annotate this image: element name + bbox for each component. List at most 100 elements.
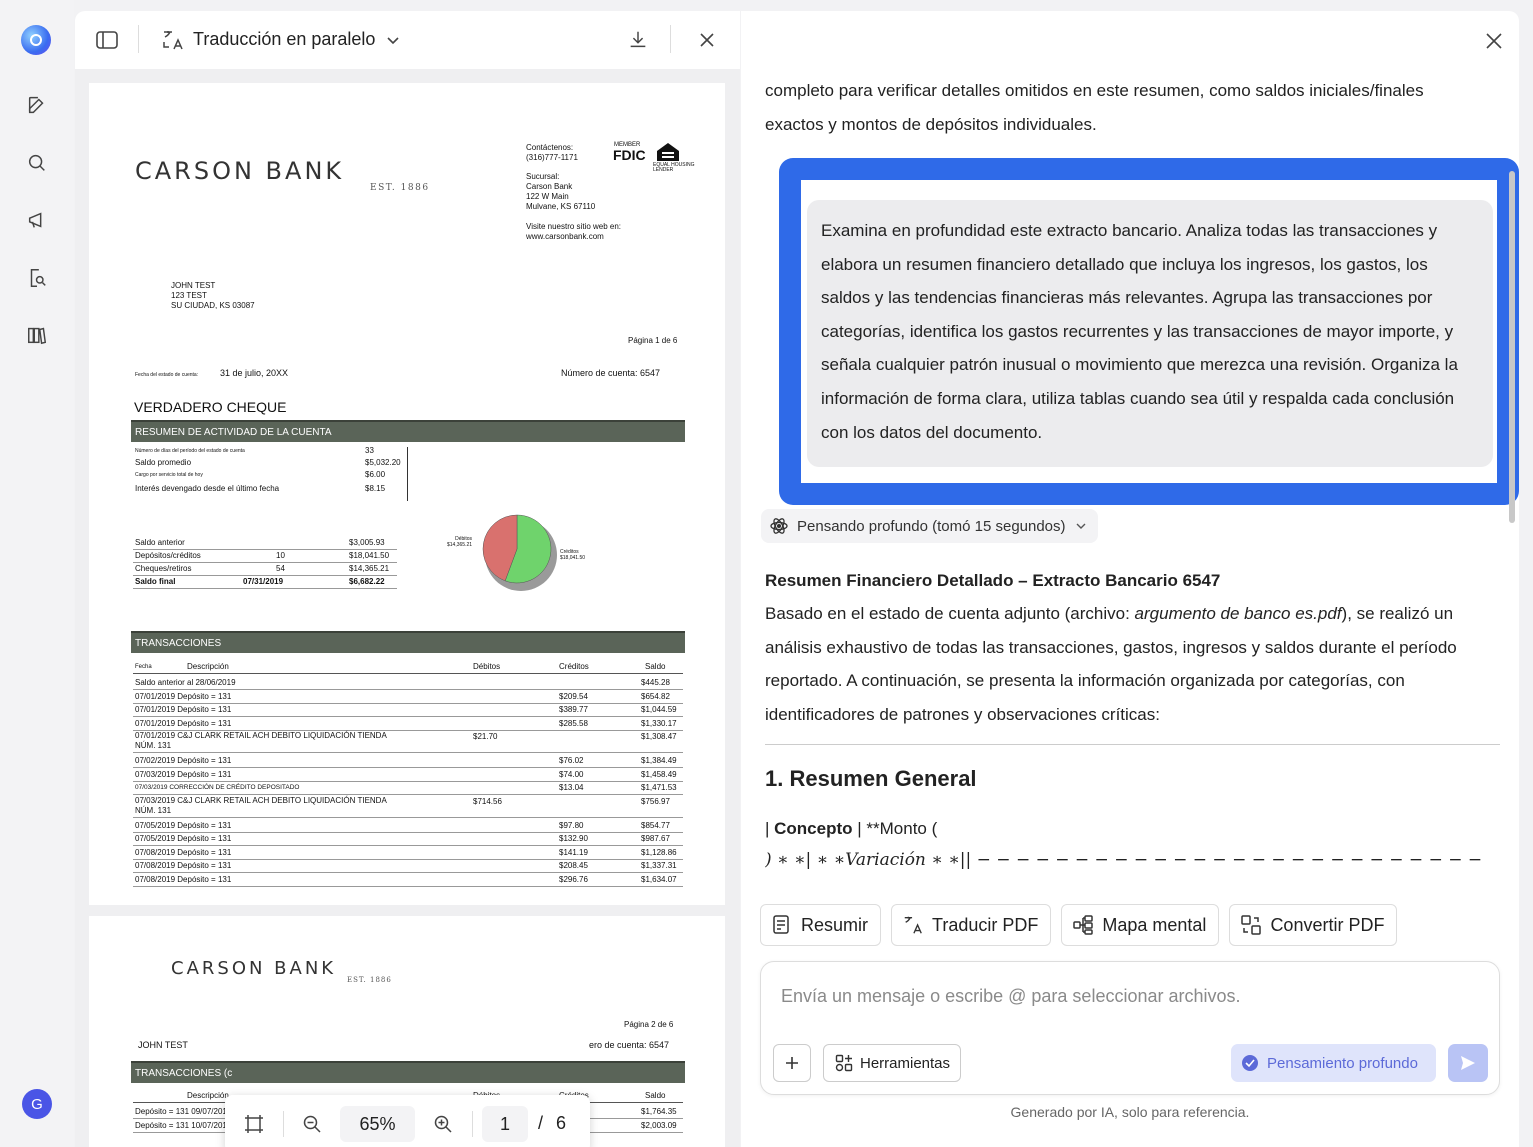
account-number-p2: ero de cuenta: 6547 <box>589 1040 670 1050</box>
transaction-row: 07/01/2019 C&J CLARK RETAIL ACH DEBITO L… <box>133 731 683 753</box>
response-table-row: | Concepto | **Monto ( <box>765 819 938 838</box>
mind-map-icon <box>1073 915 1094 935</box>
transaction-row: 07/01/2019 Depósito = 131 $209.54 $654.82 <box>133 691 683 704</box>
sidebar-toggle-icon[interactable] <box>95 29 119 56</box>
app-logo-icon[interactable] <box>21 25 51 55</box>
transaction-row: Saldo anterior al 28/06/2019 $445.28 <box>133 677 683 690</box>
pie-label-debits: Débitos $14,365.21 <box>447 536 473 548</box>
bank-logo-text-p2: CARSON BANK <box>171 958 337 979</box>
page-label-p2: Página 2 de 6 <box>624 1020 674 1029</box>
transactions-section-header-p2: TRANSACCIONES (c <box>131 1061 685 1083</box>
customer-address: JOHN TEST 123 TEST SU CIUDAD, KS 03087 <box>171 281 255 310</box>
page-label: Página 1 de 6 <box>628 336 678 345</box>
translate-icon <box>161 28 185 57</box>
document-search-icon[interactable] <box>22 263 52 293</box>
pie-chart <box>481 513 561 598</box>
search-icon[interactable] <box>22 148 52 178</box>
transaction-row: 07/05/2019 Depósito = 131 $132.90 $987.67 <box>133 833 683 846</box>
section-divider <box>765 744 1500 745</box>
transaction-row: 07/01/2019 Depósito = 131 $389.77 $1,044.5… <box>133 704 683 717</box>
account-number: Número de cuenta: 6547 <box>561 368 661 378</box>
user-prompt-bubble: Examina en profundidad este extracto ban… <box>807 200 1493 467</box>
balance-row: Cheques/retiros 54 $14,365.21 <box>133 563 397 576</box>
tools-button[interactable]: Herramientas <box>823 1044 962 1082</box>
summary-divider <box>407 447 408 501</box>
transaction-row: 07/08/2019 Depósito = 131 $208.45 $1,337.3… <box>133 860 683 873</box>
send-icon <box>1461 1056 1475 1070</box>
equal-housing-text: EQUAL HOUSING LENDER <box>653 162 695 173</box>
add-attachment-button[interactable] <box>773 1044 811 1082</box>
zoom-out-icon[interactable] <box>302 1114 322 1139</box>
zoom-divider <box>472 1111 473 1137</box>
summary-row: Interés devengado desde el último fecha $… <box>135 484 386 493</box>
new-chat-icon[interactable] <box>22 90 52 120</box>
transactions-section-header: TRANSACCIONES <box>131 631 685 653</box>
message-composer[interactable]: Envía un mensaje o escribe @ para selecc… <box>760 961 1500 1095</box>
thinking-status[interactable]: Pensando profundo (tomó 15 segundos) <box>761 509 1098 543</box>
library-icon[interactable] <box>22 320 52 350</box>
toolbar-divider <box>670 25 671 53</box>
translate-icon <box>904 916 922 934</box>
deep-thinking-toggle[interactable]: Pensamiento profundo <box>1231 1044 1436 1082</box>
pdf-toolbar: Traducción en paralelo <box>75 11 740 69</box>
zoom-in-icon[interactable] <box>433 1114 453 1139</box>
account-type-title: VERDADERO CHEQUE <box>134 399 287 415</box>
send-button[interactable] <box>1448 1044 1488 1082</box>
megaphone-icon[interactable] <box>22 205 52 235</box>
statement-date-label: Fecha del estado de cuenta: <box>135 372 199 378</box>
plus-icon <box>786 1057 798 1069</box>
zoom-level[interactable]: 65% <box>340 1106 415 1142</box>
balance-row: Saldo anterior $3,005.93 <box>133 537 397 550</box>
prior-response-line: exactos y montos de depósitos individual… <box>765 115 1097 134</box>
summarize-icon <box>773 915 789 934</box>
zoom-divider <box>283 1111 284 1137</box>
fade-overlay <box>741 875 1519 901</box>
user-avatar[interactable]: G <box>22 1089 52 1119</box>
bank-est: EST. 1886 <box>370 183 430 193</box>
page-separator: / <box>538 1113 544 1133</box>
transaction-row: 07/03/2019 CORRECCIÓN DE CRÉDITO DEPOSIT… <box>133 782 683 795</box>
transaction-row: 07/05/2019 Depósito = 131 $97.80 $854.77 <box>133 820 683 833</box>
contact-info: Contáctenos: (316)777-1171 <box>526 143 578 162</box>
branch-info: Sucursal: Carson Bank 122 W Main Mulvane… <box>526 172 596 211</box>
transaction-row: 07/08/2019 Depósito = 131 $296.76 $1,634.0… <box>133 874 683 887</box>
message-input[interactable]: Envía un mensaje o escribe @ para selecc… <box>781 986 1241 1007</box>
pdf-viewer[interactable]: CARSON BANK EST. 1886 Contáctenos: (316)… <box>75 69 740 1147</box>
page-number-input[interactable]: 1 <box>482 1106 528 1142</box>
transactions-header-row: Fecha Descripción Débitos Créditos Saldo <box>133 661 683 674</box>
chat-scrollbar[interactable] <box>1509 171 1515 523</box>
close-icon[interactable] <box>698 31 716 54</box>
pdf-panel: Traducción en paralelo CARSON BANK EST. … <box>75 11 740 1147</box>
transaction-row: 07/01/2019 Depósito = 131 $285.58 $1,330.1… <box>133 718 683 731</box>
toolbar-divider <box>138 25 139 53</box>
transaction-row: 07/08/2019 Depósito = 131 $141.19 $1,128.8… <box>133 847 683 860</box>
convert-pdf-button[interactable]: Convertir PDF <box>1229 904 1398 946</box>
response-heading: 1. Resumen General <box>765 766 977 791</box>
download-icon[interactable] <box>627 29 649 56</box>
fdic-logo: FDIC <box>613 147 646 163</box>
customer-name-p2: JOHN TEST <box>138 1040 188 1050</box>
transaction-row: 07/02/2019 Depósito = 131 $76.02 $1,384.49 <box>133 755 683 768</box>
close-icon[interactable] <box>1485 32 1503 55</box>
response-math-row: ) ∗ ∗| ∗ ∗Variación ∗ ∗|| − − − − − − − … <box>765 850 1483 870</box>
transaction-row: 07/03/2019 Depósito = 131 $74.00 $1,458.49 <box>133 769 683 782</box>
chevron-down-icon <box>1076 523 1086 530</box>
tools-icon <box>835 1054 853 1072</box>
translate-pdf-button[interactable]: Traducir PDF <box>891 904 1052 946</box>
highlight-frame: Examina en profundidad este extracto ban… <box>779 158 1519 505</box>
chevron-down-icon[interactable] <box>386 33 400 51</box>
summarize-button[interactable]: Resumir <box>760 904 882 946</box>
convert-icon <box>1241 915 1262 935</box>
balance-row: Depósitos/créditos 10 $18,041.50 <box>133 550 397 563</box>
prior-response-line: completo para verificar detalles omitido… <box>765 81 1424 100</box>
translate-mode-title[interactable]: Traducción en paralelo <box>193 29 375 50</box>
pie-label-credits: Créditos $18,041.50 <box>560 549 586 561</box>
ai-disclaimer: Generado por IA, solo para referencia. <box>1010 1104 1250 1120</box>
website-info: Visite nuestro sitio web en: www.carsonb… <box>526 222 622 241</box>
summary-section-header: RESUMEN DE ACTIVIDAD DE LA CUENTA <box>131 420 685 442</box>
mind-map-button[interactable]: Mapa mental <box>1061 904 1220 946</box>
thinking-label: Pensando profundo (tomó 15 segundos) <box>797 517 1066 535</box>
response-title: Resumen Financiero Detallado – Extracto … <box>765 571 1221 590</box>
quick-actions: Resumir Traducir PDF Mapa mental Convert… <box>760 904 1398 946</box>
fit-page-icon[interactable] <box>244 1114 264 1139</box>
